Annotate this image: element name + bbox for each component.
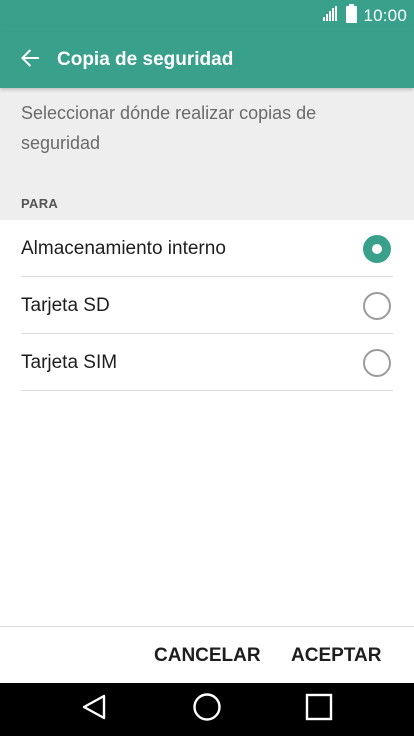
app-toolbar: Copia de seguridad [0, 32, 414, 88]
accept-button[interactable]: ACEPTAR [291, 627, 381, 684]
radio-button[interactable] [363, 292, 391, 320]
circle-home-icon [192, 692, 222, 727]
page-title: Copia de seguridad [57, 49, 234, 70]
option-sim-card[interactable]: Tarjeta SIM [0, 334, 414, 391]
radio-button[interactable] [363, 349, 391, 377]
divider [21, 390, 393, 391]
arrow-left-icon [18, 46, 42, 75]
battery-icon [346, 4, 358, 28]
destination-options: Almacenamiento interno Tarjeta SD Tarjet… [0, 220, 414, 391]
cancel-button[interactable]: CANCELAR [154, 627, 261, 684]
back-button[interactable] [10, 40, 50, 80]
status-bar: 10:00 [0, 0, 414, 32]
nav-back-button[interactable] [64, 683, 124, 736]
nav-recents-button[interactable] [289, 683, 349, 736]
status-time: 10:00 [363, 6, 407, 25]
status-indicators: 10:00 [323, 0, 407, 32]
option-label: Tarjeta SIM [21, 352, 118, 373]
nav-home-button[interactable] [177, 683, 237, 736]
option-sd-card[interactable]: Tarjeta SD [0, 277, 414, 334]
option-internal-storage[interactable]: Almacenamiento interno [0, 220, 414, 277]
radio-button-selected[interactable] [363, 235, 391, 263]
signal-icon [323, 5, 340, 27]
option-label: Almacenamiento interno [21, 238, 226, 259]
dialog-button-bar: CANCELAR ACEPTAR [0, 626, 414, 684]
square-recents-icon [305, 693, 333, 726]
description-panel: Seleccionar dónde realizar copias de seg… [0, 88, 414, 220]
triangle-back-icon [81, 693, 107, 726]
navigation-bar [0, 683, 414, 736]
section-header: PARA [21, 196, 59, 211]
description-text: Seleccionar dónde realizar copias de seg… [21, 103, 317, 153]
option-label: Tarjeta SD [21, 295, 110, 316]
